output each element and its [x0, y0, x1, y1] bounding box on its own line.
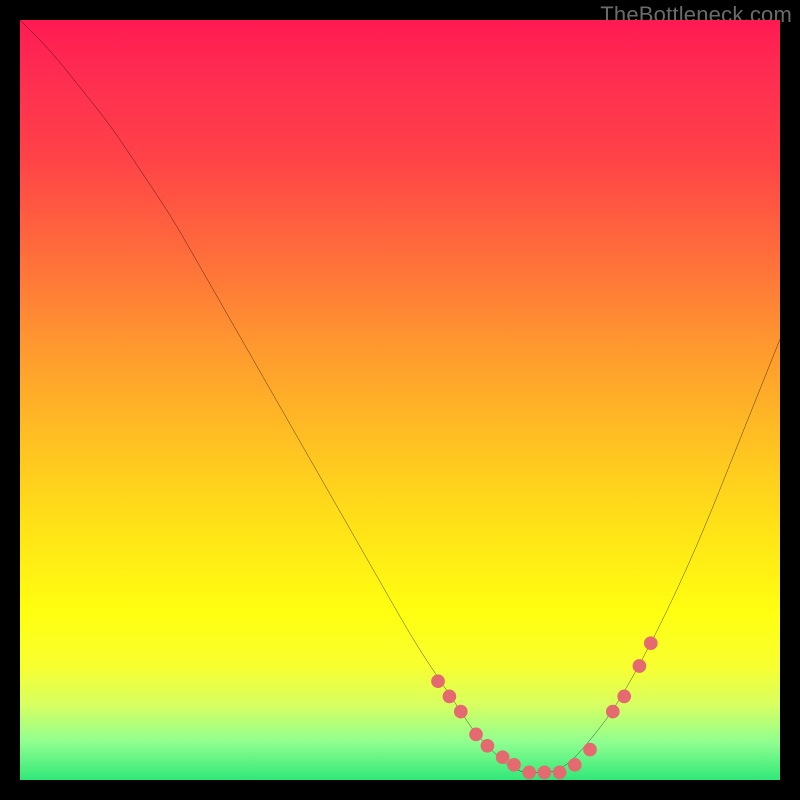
- optimal-dot: [606, 705, 620, 719]
- optimal-dot: [644, 636, 658, 650]
- chart-svg: [20, 20, 780, 780]
- optimal-dot: [431, 674, 445, 688]
- optimal-dot: [522, 766, 536, 780]
- optimal-dot: [583, 743, 597, 757]
- plot-area: [20, 20, 780, 780]
- optimal-dot: [633, 659, 647, 673]
- optimal-dot: [481, 739, 495, 753]
- optimal-dot: [454, 705, 468, 719]
- optimal-dot: [568, 758, 582, 772]
- chart-frame: TheBottleneck.com: [0, 0, 800, 800]
- optimal-dot: [507, 758, 521, 772]
- optimal-dot: [443, 690, 457, 704]
- optimal-dot: [617, 690, 631, 704]
- optimal-dot: [469, 728, 483, 742]
- optimal-dot: [538, 766, 552, 780]
- bottleneck-curve-line: [20, 20, 780, 772]
- optimal-dot: [553, 766, 567, 780]
- optimal-dot: [496, 750, 510, 764]
- optimal-region-dots: [431, 636, 657, 779]
